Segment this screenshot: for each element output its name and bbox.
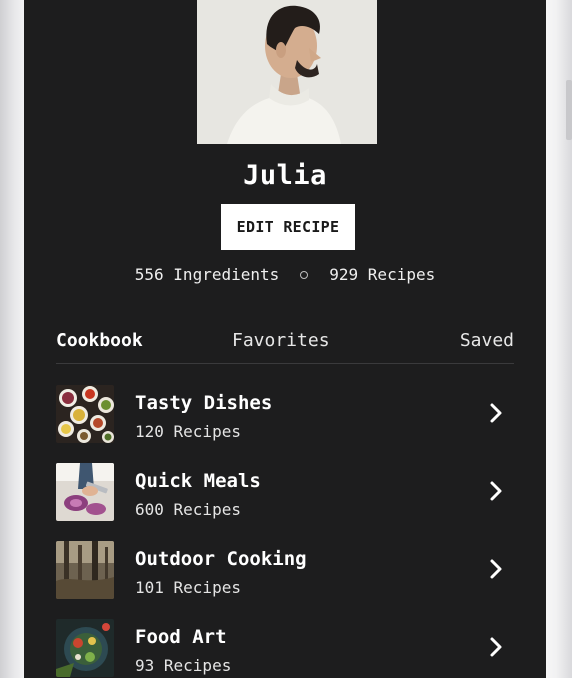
device-bezel-right (546, 0, 572, 678)
device-bezel-left (0, 0, 24, 678)
spice-bowls-thumbnail (56, 385, 114, 443)
chevron-right-icon[interactable] (484, 635, 508, 659)
profile-stats: 556 Ingredients 929 Recipes (24, 265, 546, 284)
tab-cookbook[interactable]: Cookbook (56, 330, 143, 351)
cutting-onion-thumbnail (56, 463, 114, 521)
recipes-count: 929 Recipes (329, 265, 436, 284)
ingredients-count: 556 Ingredients (134, 265, 280, 284)
side-button (566, 80, 572, 140)
list-item-food-art[interactable]: Food Art 93 Recipes (56, 619, 514, 678)
edit-recipe-button[interactable]: EDIT RECIPE (221, 204, 355, 250)
separator-dot-icon (300, 270, 309, 279)
list-item-title: Outdoor Cooking (135, 548, 307, 570)
chevron-right-icon[interactable] (484, 401, 508, 425)
list-item-title: Food Art (135, 626, 227, 648)
tab-saved[interactable]: Saved (460, 330, 514, 351)
list-item-title: Tasty Dishes (135, 392, 273, 414)
list-item-quick-meals[interactable]: Quick Meals 600 Recipes (56, 463, 514, 523)
list-item-outdoor-cooking[interactable]: Outdoor Cooking 101 Recipes (56, 541, 514, 601)
list-item-count: 93 Recipes (135, 656, 232, 675)
list-item-tasty-dishes[interactable]: Tasty Dishes 120 Recipes (56, 385, 514, 445)
tab-favorites[interactable]: Favorites (232, 330, 330, 351)
avatar (197, 0, 377, 144)
profile-photo (197, 0, 377, 144)
list-item-count: 101 Recipes (135, 578, 241, 597)
list-item-title: Quick Meals (135, 470, 261, 492)
list-item-count: 120 Recipes (135, 422, 241, 441)
chevron-right-icon[interactable] (484, 479, 508, 503)
forest-thumbnail (56, 541, 114, 599)
profile-screen: Julia EDIT RECIPE 556 Ingredients 929 Re… (24, 0, 546, 678)
list-item-count: 600 Recipes (135, 500, 241, 519)
plated-food-thumbnail (56, 619, 114, 677)
tab-bar: Cookbook Favorites Saved (56, 328, 514, 364)
chevron-right-icon[interactable] (484, 557, 508, 581)
profile-name: Julia (243, 160, 327, 191)
